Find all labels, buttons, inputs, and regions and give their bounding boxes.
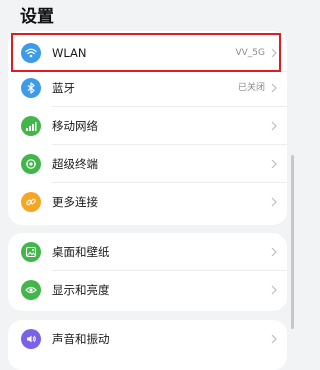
settings-item-value: 已关闭	[237, 83, 265, 93]
wifi-icon	[21, 43, 41, 63]
mobile-network-icon	[21, 116, 41, 136]
settings-group-sound: 声音和振动	[8, 320, 287, 370]
chevron-right-icon	[270, 159, 278, 169]
chevron-right-icon	[270, 197, 278, 207]
settings-group-display: 桌面和壁纸 显示和亮度	[8, 233, 287, 311]
settings-item-label: 更多连接	[52, 195, 98, 209]
settings-item-sound-vibration[interactable]: 声音和振动	[8, 320, 287, 358]
settings-item-label: 声音和振动	[52, 332, 110, 346]
settings-item-display-brightness[interactable]: 显示和亮度	[8, 271, 287, 309]
settings-item-mobile-network[interactable]: 移动网络	[8, 107, 287, 145]
settings-item-bluetooth[interactable]: 蓝牙 已关闭	[8, 69, 287, 107]
settings-item-label: 移动网络	[52, 119, 98, 133]
settings-item-label: 桌面和壁纸	[52, 245, 110, 259]
settings-item-label: 蓝牙	[52, 81, 75, 95]
chevron-right-icon	[270, 121, 278, 131]
chevron-right-icon	[270, 247, 278, 257]
chevron-right-icon	[270, 83, 278, 93]
page-title: 设置	[20, 7, 54, 27]
display-icon	[21, 280, 41, 300]
settings-item-wallpaper[interactable]: 桌面和壁纸	[8, 233, 287, 271]
bluetooth-icon	[21, 78, 41, 98]
settings-item-label: 超级终端	[52, 157, 98, 171]
wallpaper-icon	[21, 242, 41, 262]
settings-group-connectivity: WLAN VV_5G 蓝牙 已关闭 移动网络 超级终端 更多连接	[8, 31, 287, 225]
super-device-icon	[21, 154, 41, 174]
scrollbar[interactable]	[291, 155, 294, 329]
settings-item-value: VV_5G	[235, 48, 265, 58]
settings-item-wlan[interactable]: WLAN VV_5G	[8, 34, 287, 72]
sound-icon	[21, 329, 41, 349]
settings-item-label: 显示和亮度	[52, 283, 110, 297]
link-icon	[21, 192, 41, 212]
chevron-right-icon	[270, 285, 278, 295]
settings-item-super-device[interactable]: 超级终端	[8, 145, 287, 183]
settings-item-label: WLAN	[52, 46, 87, 60]
settings-item-more-connections[interactable]: 更多连接	[8, 183, 287, 221]
chevron-right-icon	[270, 334, 278, 344]
chevron-right-icon	[270, 48, 278, 58]
